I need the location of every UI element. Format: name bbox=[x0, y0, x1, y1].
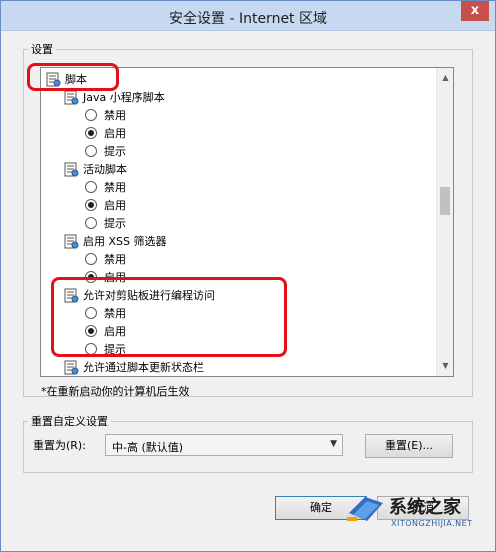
radio-button[interactable] bbox=[85, 307, 97, 319]
radio-option[interactable]: 禁用 bbox=[85, 250, 126, 268]
setting-icon bbox=[63, 234, 79, 249]
radio-option[interactable]: 提示 bbox=[85, 142, 126, 160]
tree-setting-xss-filter[interactable]: 启用 XSS 筛选器 bbox=[63, 232, 167, 250]
reset-group-label: 重置自定义设置 bbox=[28, 413, 111, 429]
radio-button[interactable] bbox=[85, 253, 97, 265]
radio-option[interactable]: 启用 bbox=[85, 268, 126, 286]
radio-label: 禁用 bbox=[104, 307, 126, 320]
settings-tree[interactable]: 脚本 Java 小程序脚本 禁用 启用 提示 活动脚本 禁用 启用 提示 启用 … bbox=[40, 67, 454, 377]
watermark-url: XITONGZHIJIA.NET bbox=[391, 519, 473, 528]
radio-label: 启用 bbox=[104, 271, 126, 284]
setting-label: 启用 XSS 筛选器 bbox=[83, 235, 167, 248]
setting-label: 允许对剪贴板进行编程访问 bbox=[83, 289, 215, 302]
radio-option[interactable]: 启用 bbox=[85, 124, 126, 142]
radio-label: 提示 bbox=[104, 217, 126, 230]
radio-button[interactable] bbox=[85, 145, 97, 157]
radio-option[interactable]: 禁用 bbox=[85, 304, 126, 322]
settings-group-label: 设置 bbox=[28, 41, 56, 57]
setting-icon bbox=[63, 288, 79, 303]
radio-option[interactable]: 启用 bbox=[85, 322, 126, 340]
tree-setting-java-scripting[interactable]: Java 小程序脚本 bbox=[63, 88, 165, 106]
radio-label: 提示 bbox=[104, 145, 126, 158]
setting-icon bbox=[63, 162, 79, 177]
radio-button-selected[interactable] bbox=[85, 271, 97, 283]
tree-category-label: 脚本 bbox=[65, 73, 87, 86]
watermark-logo-icon bbox=[347, 497, 383, 521]
radio-label: 禁用 bbox=[104, 109, 126, 122]
radio-button-selected[interactable] bbox=[85, 127, 97, 139]
radio-label: 提示 bbox=[104, 343, 126, 356]
tree-setting-status-bar[interactable]: 允许通过脚本更新状态栏 bbox=[63, 358, 204, 376]
setting-icon bbox=[63, 360, 79, 375]
radio-option[interactable]: 禁用 bbox=[85, 106, 126, 124]
radio-option[interactable]: 提示 bbox=[85, 340, 126, 358]
setting-label: 允许通过脚本更新状态栏 bbox=[83, 361, 204, 374]
radio-option[interactable]: 提示 bbox=[85, 214, 126, 232]
scroll-thumb[interactable] bbox=[440, 187, 450, 215]
radio-label: 启用 bbox=[104, 325, 126, 338]
selected-level: 中-高 (默认值) bbox=[112, 441, 184, 454]
chevron-down-icon: ▼ bbox=[330, 439, 337, 449]
radio-button[interactable] bbox=[85, 217, 97, 229]
setting-label: 活动脚本 bbox=[83, 163, 127, 176]
radio-label: 启用 bbox=[104, 127, 126, 140]
radio-option[interactable]: 禁用 bbox=[85, 178, 126, 196]
settings-category-icon bbox=[45, 72, 61, 87]
radio-label: 禁用 bbox=[104, 253, 126, 266]
window-title: 安全设置 - Internet 区域 bbox=[169, 11, 327, 27]
scroll-up-icon[interactable]: ▲ bbox=[440, 72, 451, 83]
radio-label: 禁用 bbox=[104, 181, 126, 194]
tree-setting-active-scripting[interactable]: 活动脚本 bbox=[63, 160, 127, 178]
radio-button-selected[interactable] bbox=[85, 325, 97, 337]
radio-button[interactable] bbox=[85, 109, 97, 121]
setting-icon bbox=[63, 90, 79, 105]
radio-option[interactable]: 启用 bbox=[85, 196, 126, 214]
radio-button[interactable] bbox=[85, 181, 97, 193]
restart-note: *在重新启动你的计算机后生效 bbox=[41, 385, 190, 398]
tree-setting-clipboard-access[interactable]: 允许对剪贴板进行编程访问 bbox=[63, 286, 215, 304]
reset-button[interactable]: 重置(E)... bbox=[365, 434, 453, 458]
vertical-scrollbar[interactable]: ▲ ▼ bbox=[436, 68, 453, 376]
security-settings-dialog: 安全设置 - Internet 区域 x 设置 脚本 Java 小程序脚本 禁用… bbox=[0, 0, 496, 552]
radio-button[interactable] bbox=[85, 343, 97, 355]
radio-label: 启用 bbox=[104, 199, 126, 212]
title-bar: 安全设置 - Internet 区域 x bbox=[1, 1, 495, 31]
reset-to-label: 重置为(R): bbox=[33, 439, 86, 452]
watermark-brand: 系统之家 bbox=[389, 497, 461, 518]
scroll-down-icon[interactable]: ▼ bbox=[440, 360, 451, 371]
tree-category-scripts[interactable]: 脚本 bbox=[45, 70, 87, 88]
close-button[interactable]: x bbox=[461, 1, 489, 21]
security-level-select[interactable]: 中-高 (默认值) ▼ bbox=[105, 434, 343, 456]
setting-label: Java 小程序脚本 bbox=[83, 91, 165, 104]
radio-button-selected[interactable] bbox=[85, 199, 97, 211]
site-watermark: 系统之家 XITONGZHIJIA.NET bbox=[341, 491, 496, 552]
